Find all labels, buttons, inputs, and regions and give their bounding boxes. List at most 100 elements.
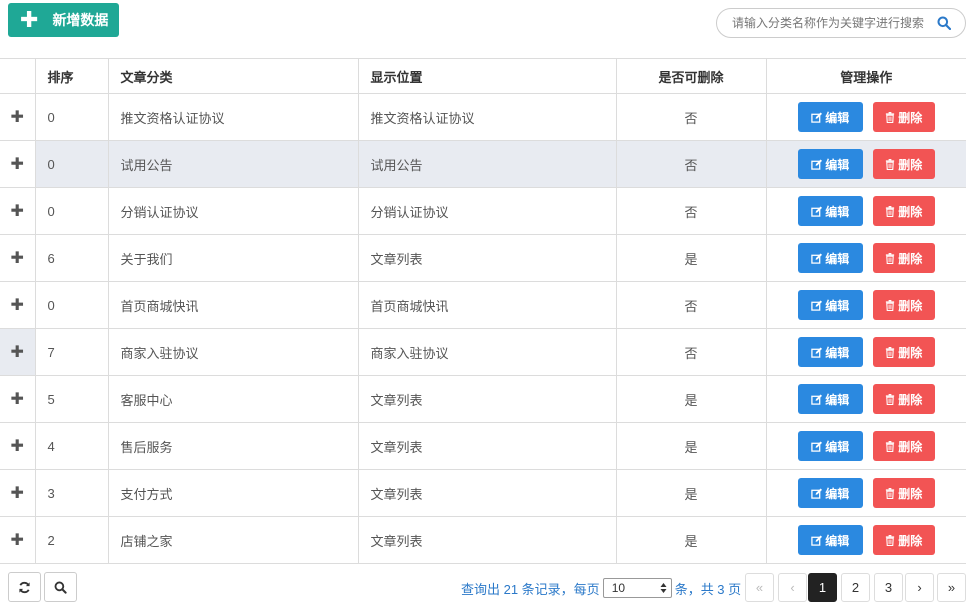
category-cell: 试用公告 (107, 140, 358, 188)
edit-button[interactable]: 编辑 (797, 384, 863, 414)
footer: 查询出 21 条记录，每页 10 条，共 3 页 « ‹ 1 2 3 › » (0, 572, 971, 604)
edit-label: 编辑 (825, 110, 850, 125)
edit-label: 编辑 (825, 251, 850, 266)
expand-icon[interactable]: ✚ (11, 391, 24, 408)
expand-icon[interactable]: ✚ (11, 532, 24, 549)
edit-button[interactable]: 编辑 (797, 478, 863, 508)
header-category: 文章分类 (107, 58, 358, 94)
expand-icon[interactable]: ✚ (11, 344, 24, 361)
expand-icon[interactable]: ✚ (11, 203, 24, 220)
expand-icon[interactable]: ✚ (11, 297, 24, 314)
position-cell: 文章列表 (357, 469, 616, 517)
edit-button[interactable]: 编辑 (797, 290, 863, 320)
search-icon (54, 581, 67, 594)
category-cell: 商家入驻协议 (107, 328, 358, 376)
category-cell: 推文资格认证协议 (107, 93, 358, 141)
add-data-button[interactable]: ✚ 新增数据 (8, 3, 119, 37)
first-page-button[interactable]: « (745, 573, 774, 602)
trash-icon (886, 534, 895, 546)
search-icon[interactable] (929, 10, 959, 36)
deletable-cell: 是 (615, 469, 766, 517)
expand-icon[interactable]: ✚ (11, 156, 24, 173)
expand-cell: ✚ (0, 140, 35, 188)
search-input[interactable] (717, 10, 929, 36)
deletable-cell: 否 (615, 140, 766, 188)
page-size-select[interactable]: 10 (602, 578, 672, 598)
edit-button[interactable]: 编辑 (797, 243, 863, 273)
deletable-cell: 是 (615, 516, 766, 564)
edit-button[interactable]: 编辑 (797, 525, 863, 555)
expand-icon[interactable]: ✚ (11, 109, 24, 126)
delete-button[interactable]: 删除 (872, 478, 935, 508)
page-1-button[interactable]: 1 (808, 573, 837, 602)
actions-cell: 编辑 删除 (765, 93, 966, 141)
edit-icon (811, 346, 823, 358)
sort-cell: 0 (34, 187, 108, 235)
table-row: ✚ 5 客服中心 文章列表是 编辑 删除 (0, 375, 966, 423)
actions-cell: 编辑 删除 (765, 328, 966, 376)
edit-icon (811, 158, 823, 170)
actions-cell: 编辑 删除 (765, 516, 966, 564)
edit-button[interactable]: 编辑 (797, 431, 863, 461)
edit-button[interactable]: 编辑 (797, 102, 863, 132)
position-cell: 试用公告 (357, 140, 616, 188)
expand-cell: ✚ (0, 422, 35, 470)
category-table: 排序 文章分类 显示位置 是否可删除 管理操作 ✚ 0 推文资格认证协议 推文资格认证… (0, 58, 966, 564)
delete-label: 删除 (898, 439, 923, 454)
expand-cell: ✚ (0, 469, 35, 517)
delete-button[interactable]: 删除 (872, 149, 935, 179)
delete-button[interactable]: 删除 (872, 337, 935, 367)
deletable-cell: 是 (615, 422, 766, 470)
refresh-button[interactable] (8, 572, 41, 602)
actions-cell: 编辑 删除 (765, 234, 966, 282)
expand-icon[interactable]: ✚ (11, 485, 24, 502)
delete-button[interactable]: 删除 (872, 102, 935, 132)
category-cell: 首页商城快讯 (107, 281, 358, 329)
search-box (716, 8, 966, 38)
footer-search-button[interactable] (44, 572, 77, 602)
category-cell: 分销认证协议 (107, 187, 358, 235)
table-body: ✚ 0 推文资格认证协议 推文资格认证协议否编辑 删除 ✚ 0 试用公告 试用公告否编辑 删除 ✚ 0… (0, 93, 966, 564)
expand-icon[interactable]: ✚ (11, 250, 24, 267)
edit-icon (811, 440, 823, 452)
table-row: ✚ 0 推文资格认证协议 推文资格认证协议否编辑 删除 (0, 93, 966, 141)
sort-cell: 0 (34, 281, 108, 329)
delete-label: 删除 (898, 533, 923, 548)
page-2-button[interactable]: 2 (841, 573, 870, 602)
last-page-button[interactable]: » (937, 573, 966, 602)
edit-button[interactable]: 编辑 (797, 149, 863, 179)
delete-button[interactable]: 删除 (872, 243, 935, 273)
next-page-button[interactable]: › (905, 573, 934, 602)
edit-button[interactable]: 编辑 (797, 337, 863, 367)
table-row: ✚ 2 店铺之家 文章列表是 编辑 删除 (0, 516, 966, 564)
delete-label: 删除 (898, 157, 923, 172)
delete-button[interactable]: 删除 (872, 290, 935, 320)
expand-cell: ✚ (0, 516, 35, 564)
edit-button[interactable]: 编辑 (797, 196, 863, 226)
refresh-icon (19, 581, 30, 593)
delete-button[interactable]: 删除 (872, 196, 935, 226)
edit-icon (811, 205, 823, 217)
prev-page-button[interactable]: ‹ (778, 573, 807, 602)
actions-cell: 编辑 删除 (765, 140, 966, 188)
sort-cell: 4 (34, 422, 108, 470)
pager-info: 查询出 21 条记录，每页 10 条，共 3 页 (461, 572, 741, 604)
sort-cell: 7 (34, 328, 108, 376)
edit-label: 编辑 (825, 204, 850, 219)
position-cell: 文章列表 (357, 422, 616, 470)
delete-button[interactable]: 删除 (872, 525, 935, 555)
actions-cell: 编辑 删除 (765, 469, 966, 517)
delete-button[interactable]: 删除 (872, 431, 935, 461)
edit-label: 编辑 (825, 439, 850, 454)
trash-icon (886, 440, 895, 452)
header-position: 显示位置 (357, 58, 616, 94)
delete-button[interactable]: 删除 (872, 384, 935, 414)
deletable-cell: 否 (615, 187, 766, 235)
expand-cell: ✚ (0, 187, 35, 235)
page-3-button[interactable]: 3 (874, 573, 903, 602)
expand-icon[interactable]: ✚ (11, 438, 24, 455)
category-cell: 关于我们 (107, 234, 358, 282)
position-cell: 首页商城快讯 (357, 281, 616, 329)
delete-label: 删除 (898, 204, 923, 219)
header-actions: 管理操作 (765, 58, 966, 94)
